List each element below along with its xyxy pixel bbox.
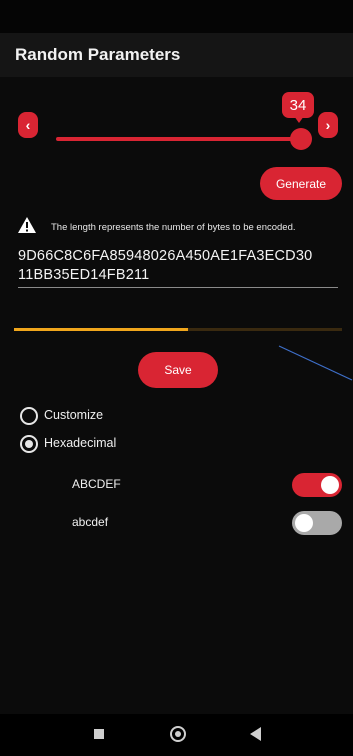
- length-slider[interactable]: ‹ 34 ›: [0, 92, 353, 162]
- radio-label: Hexadecimal: [44, 436, 117, 450]
- save-button-label: Save: [164, 363, 192, 377]
- uppercase-toggle[interactable]: [292, 473, 342, 497]
- home-inner-dot: [175, 731, 181, 737]
- page-title: Random Parameters: [15, 45, 181, 64]
- radio-hexadecimal[interactable]: Hexadecimal: [20, 435, 220, 455]
- lowercase-label: abcdef: [72, 515, 109, 529]
- chevron-right-icon: ›: [325, 117, 331, 133]
- progress-bar: [14, 328, 342, 331]
- increment-button[interactable]: ›: [318, 112, 338, 138]
- info-text: The length represents the number of byte…: [51, 222, 296, 233]
- square-icon[interactable]: [94, 729, 104, 739]
- radio-selected-dot: [25, 440, 33, 448]
- radio-circle: [20, 407, 38, 425]
- radio-customize[interactable]: Customize: [20, 407, 220, 427]
- home-circle-icon[interactable]: [170, 726, 186, 742]
- toggle-knob: [295, 514, 313, 532]
- slider-thumb[interactable]: [290, 128, 312, 150]
- output-underline: [18, 287, 338, 288]
- chevron-left-icon: ‹: [25, 117, 31, 133]
- save-button[interactable]: Save: [138, 352, 218, 388]
- info-row: The length represents the number of byte…: [17, 216, 347, 236]
- annotation-line: [278, 345, 353, 381]
- lowercase-option: abcdef: [72, 511, 342, 535]
- decrement-button[interactable]: ‹: [18, 112, 38, 138]
- slider-track[interactable]: [56, 137, 304, 141]
- slider-value: 34: [289, 96, 307, 114]
- generate-button-label: Generate: [275, 176, 327, 191]
- radio-label: Customize: [44, 408, 104, 422]
- toggle-knob: [321, 476, 339, 494]
- generate-button[interactable]: Generate: [260, 167, 342, 200]
- lowercase-toggle[interactable]: [292, 511, 342, 535]
- uppercase-label: ABCDEF: [72, 477, 121, 491]
- warning-icon: [18, 217, 36, 233]
- back-triangle-icon[interactable]: [250, 727, 261, 741]
- output-line: 11BB35ED14FB211: [18, 267, 150, 283]
- slider-value-bubble: 34: [282, 92, 314, 123]
- navigation-bar: [0, 714, 353, 756]
- status-bar: [0, 0, 353, 33]
- radio-circle: [20, 435, 38, 453]
- output-line: 9D66C8C6FA85948026A450AE1FA3ECD30: [18, 248, 313, 264]
- app-bar: Random Parameters: [0, 33, 353, 77]
- progress-fill: [14, 328, 188, 331]
- generated-output[interactable]: 9D66C8C6FA85948026A450AE1FA3ECD30 11BB35…: [18, 247, 340, 285]
- uppercase-option: ABCDEF: [72, 473, 342, 497]
